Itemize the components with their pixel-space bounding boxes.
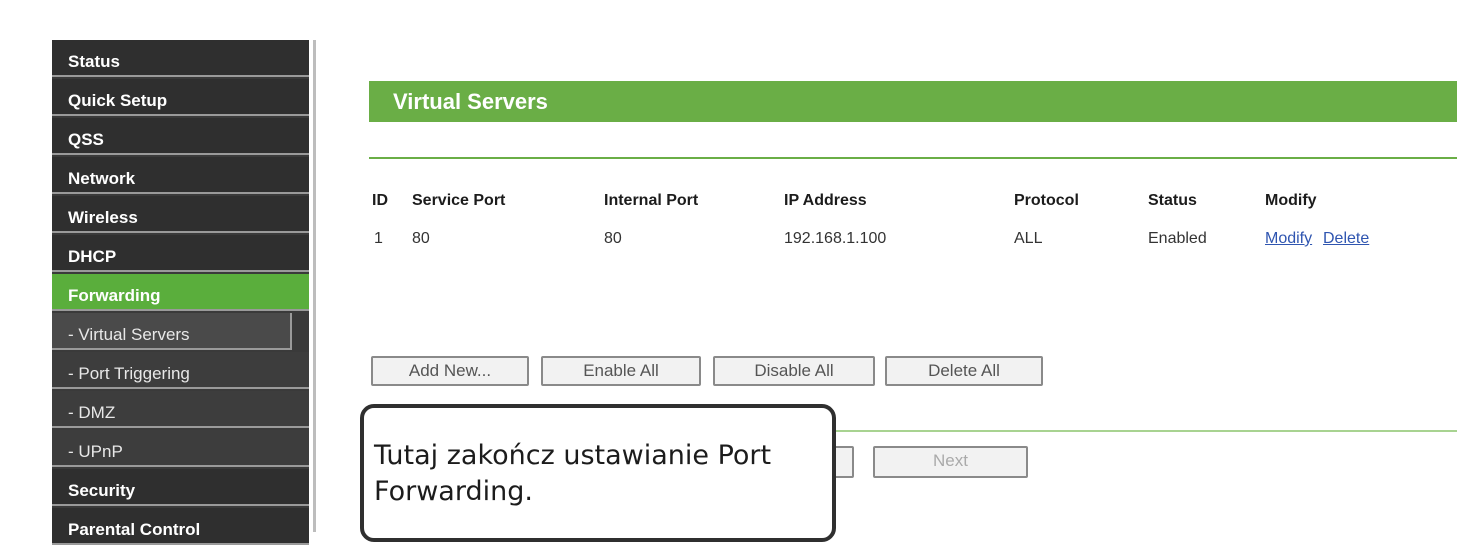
cell-protocol: ALL [1014, 230, 1043, 247]
next-button[interactable]: Next [873, 446, 1028, 478]
column-header-internal-port: Internal Port [604, 192, 699, 209]
sidebar-item-qss[interactable]: QSS [52, 118, 309, 155]
add-new-button[interactable]: Add New... [371, 356, 529, 386]
callout-line-2: Forwarding. [374, 476, 533, 507]
sidebar-menu: Status Quick Setup QSS Network Wireless … [52, 40, 309, 545]
column-header-ip-address: IP Address [784, 192, 867, 209]
page-title: Virtual Servers [393, 89, 548, 114]
column-header-service-port: Service Port [412, 192, 506, 209]
table-top-divider [369, 157, 1457, 159]
sidebar-item-parental-control[interactable]: Parental Control [52, 508, 309, 545]
cell-id: 1 [374, 230, 383, 247]
sidebar-item-status[interactable]: Status [52, 40, 309, 77]
sidebar-item-port-triggering[interactable]: - Port Triggering [52, 352, 309, 389]
page-header: Virtual Servers [369, 81, 1457, 122]
sidebar-item-virtual-servers[interactable]: - Virtual Servers [52, 313, 292, 350]
sidebar-item-dmz[interactable]: - DMZ [52, 391, 309, 428]
column-header-id: ID [372, 192, 388, 209]
sidebar-item-security[interactable]: Security [52, 469, 309, 506]
disable-all-button[interactable]: Disable All [713, 356, 875, 386]
cell-service-port: 80 [412, 230, 430, 247]
sidebar-item-network[interactable]: Network [52, 157, 309, 194]
delete-link[interactable]: Delete [1323, 230, 1369, 248]
callout-line-1: Tutaj zakończ ustawianie Port [374, 440, 772, 471]
cell-status: Enabled [1148, 230, 1207, 247]
pager-divider [836, 430, 1457, 432]
cell-internal-port: 80 [604, 230, 622, 247]
sidebar-item-dhcp[interactable]: DHCP [52, 235, 309, 272]
sidebar-item-upnp[interactable]: - UPnP [52, 430, 309, 467]
sidebar-item-quick-setup[interactable]: Quick Setup [52, 79, 309, 116]
column-header-modify: Modify [1265, 192, 1317, 209]
sidebar-divider [313, 40, 316, 532]
sidebar-item-forwarding[interactable]: Forwarding [52, 274, 309, 311]
instruction-callout: Tutaj zakończ ustawianie Port Forwarding… [360, 404, 836, 542]
column-header-status: Status [1148, 192, 1197, 209]
sidebar-item-wireless[interactable]: Wireless [52, 196, 309, 233]
cell-ip-address: 192.168.1.100 [784, 230, 887, 247]
delete-all-button[interactable]: Delete All [885, 356, 1043, 386]
enable-all-button[interactable]: Enable All [541, 356, 701, 386]
column-header-protocol: Protocol [1014, 192, 1079, 209]
modify-link[interactable]: Modify [1265, 230, 1312, 248]
